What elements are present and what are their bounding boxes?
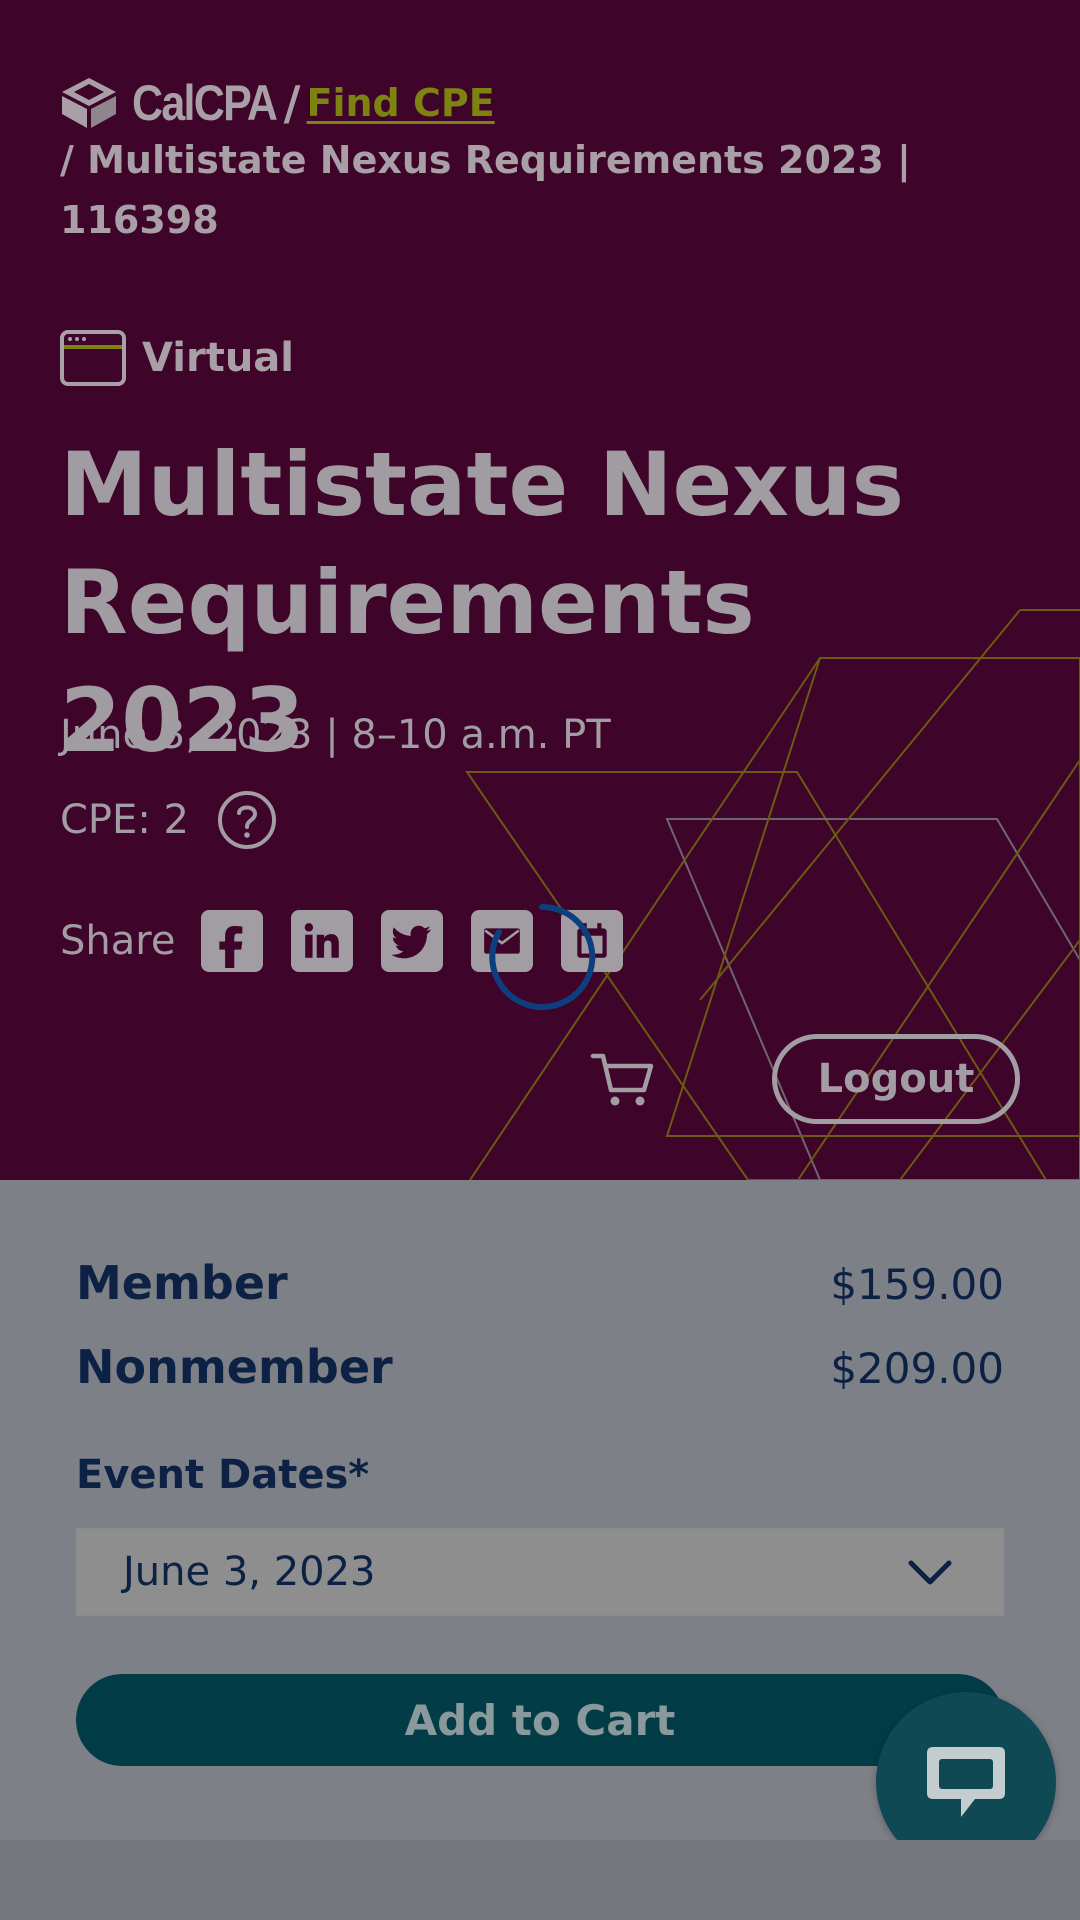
linkedin-icon: [305, 923, 340, 958]
member-price-value: $159.00: [830, 1260, 1004, 1309]
event-dates-select[interactable]: June 3, 2023: [76, 1528, 1004, 1616]
nonmember-price-value: $209.00: [830, 1344, 1004, 1393]
event-dates-selected-value: June 3, 2023: [123, 1549, 376, 1595]
event-format-label: Virtual: [142, 335, 294, 381]
cpe-credits-label: CPE: 2: [60, 797, 189, 843]
member-price-label: Member: [76, 1256, 288, 1310]
breadcrumb-current: / Multistate Nexus Requirements 2023 | 1…: [60, 138, 911, 242]
event-dates-label: Event Dates*: [76, 1452, 370, 1498]
nonmember-price-label: Nonmember: [76, 1340, 393, 1394]
twitter-icon: [391, 925, 432, 959]
question-help-icon[interactable]: [217, 790, 277, 850]
event-format: Virtual: [60, 330, 294, 386]
nonmember-price-row: Nonmember $209.00: [76, 1340, 1004, 1394]
page-bottom-strip: [0, 1840, 1080, 1920]
calcpa-logo-text[interactable]: CalCPA: [132, 74, 278, 132]
breadcrumb-separator: /: [283, 76, 301, 130]
facebook-icon: [219, 926, 243, 968]
loading-spinner-icon: [489, 903, 596, 1010]
breadcrumb: CalCPA / Find CPE / Multistate Nexus Req…: [60, 72, 960, 250]
member-price-row: Member $159.00: [76, 1256, 1004, 1310]
breadcrumb-link-find-cpe[interactable]: Find CPE: [306, 81, 494, 125]
chevron-down-icon: [908, 1560, 952, 1585]
event-hero: CalCPA / Find CPE / Multistate Nexus Req…: [0, 0, 1080, 1180]
share-label: Share: [60, 918, 176, 964]
event-date-time: June 3, 2023 | 8–10 a.m. PT: [60, 712, 611, 758]
calcpa-logo-icon: [62, 78, 116, 128]
browser-window-icon: [60, 330, 126, 386]
logout-button[interactable]: Logout: [772, 1034, 1020, 1124]
share-twitter-button[interactable]: [381, 910, 444, 972]
cpe-credits: CPE: 2: [60, 790, 277, 850]
share-linkedin-button[interactable]: [291, 910, 354, 972]
cart-icon[interactable]: [590, 1048, 656, 1110]
chat-bubble-icon: [927, 1747, 1005, 1817]
share-facebook-button[interactable]: [201, 910, 264, 972]
add-to-cart-button[interactable]: Add to Cart: [76, 1674, 1004, 1766]
